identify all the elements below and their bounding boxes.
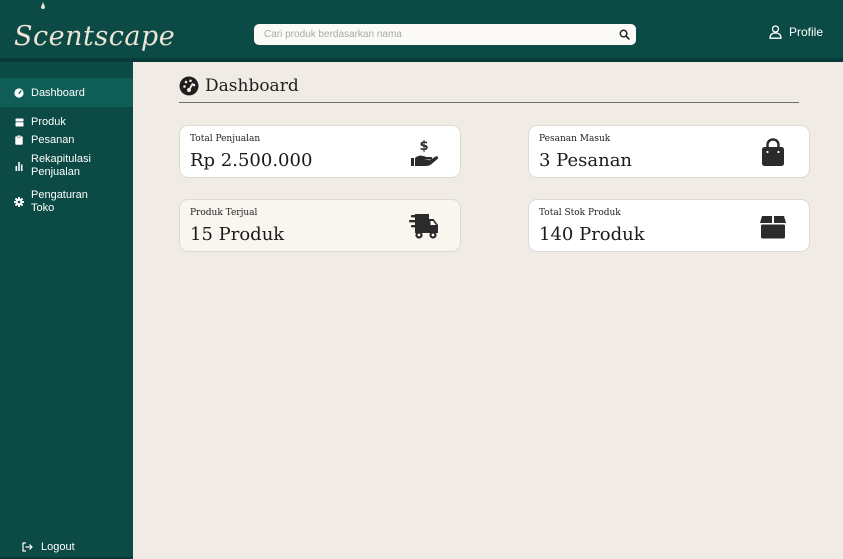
sidebar-item-label: Rekapitulasi Penjualan — [31, 153, 91, 178]
card-label: Total Penjualan — [190, 134, 261, 144]
sidebar-item-label: Produk — [31, 116, 66, 128]
stat-card-total-penjualan: Total Penjualan Rp 2.500.000 $ — [179, 125, 461, 178]
main-content: Dashboard Total Penjualan Rp 2.500.000 $… — [133, 62, 843, 559]
header-divider — [179, 102, 799, 103]
logo-drop-icon — [41, 2, 45, 9]
card-value: 15 Produk — [190, 224, 285, 245]
sidebar-item-pesanan[interactable]: Pesanan — [0, 134, 133, 146]
box-icon — [13, 118, 25, 127]
card-value: 140 Produk — [539, 224, 645, 245]
box-icon — [760, 216, 786, 239]
shopping-bag-icon — [762, 138, 784, 166]
logout-button[interactable]: Logout — [22, 541, 75, 553]
search-input[interactable] — [254, 24, 612, 45]
card-value: 3 Pesanan — [539, 150, 633, 171]
hand-dollar-icon: $ — [411, 139, 439, 166]
gear-icon — [13, 197, 25, 207]
gauge-icon — [179, 76, 199, 96]
page-header: Dashboard — [179, 76, 299, 96]
logout-label: Logout — [41, 541, 75, 553]
user-icon — [769, 25, 782, 39]
search-button[interactable] — [612, 24, 636, 45]
sidebar-item-label: Dashboard — [31, 86, 85, 99]
sidebar-item-produk[interactable]: Produk — [0, 116, 133, 128]
card-label: Total Stok Produk — [539, 208, 621, 218]
delivery-truck-icon — [409, 214, 438, 239]
stat-card-total-stok-produk: Total Stok Produk 140 Produk — [528, 199, 810, 252]
clipboard-icon — [13, 135, 25, 145]
sidebar: Dashboard Produk Pesanan Rekapitulasi Pe… — [0, 62, 133, 559]
brand-name: Scentscape — [14, 21, 176, 52]
sidebar-item-dashboard[interactable]: Dashboard — [0, 78, 133, 107]
card-label: Pesanan Masuk — [539, 134, 611, 144]
gauge-icon — [13, 87, 25, 98]
card-value: Rp 2.500.000 — [190, 150, 313, 171]
sidebar-item-label: Pesanan — [31, 134, 75, 146]
profile-button[interactable]: Profile — [769, 25, 823, 39]
stat-card-pesanan-masuk: Pesanan Masuk 3 Pesanan — [528, 125, 810, 178]
bar-chart-icon — [13, 161, 25, 171]
sidebar-item-label: Pengaturan Toko — [31, 189, 88, 214]
search-icon — [619, 29, 630, 40]
sidebar-item-pengaturan-toko[interactable]: Pengaturan Toko — [0, 189, 133, 215]
brand-logo[interactable]: Scentscape — [14, 2, 176, 52]
svg-text:$: $ — [419, 139, 428, 154]
logout-icon — [22, 542, 33, 552]
sidebar-item-rekapitulasi-penjualan[interactable]: Rekapitulasi Penjualan — [0, 153, 133, 179]
search-bar — [254, 24, 636, 45]
top-bar: Scentscape Profile — [0, 0, 843, 62]
stat-card-produk-terjual: Produk Terjual 15 Produk — [179, 199, 461, 252]
profile-label: Profile — [788, 25, 823, 39]
card-label: Produk Terjual — [190, 208, 258, 218]
page-title: Dashboard — [205, 76, 299, 96]
